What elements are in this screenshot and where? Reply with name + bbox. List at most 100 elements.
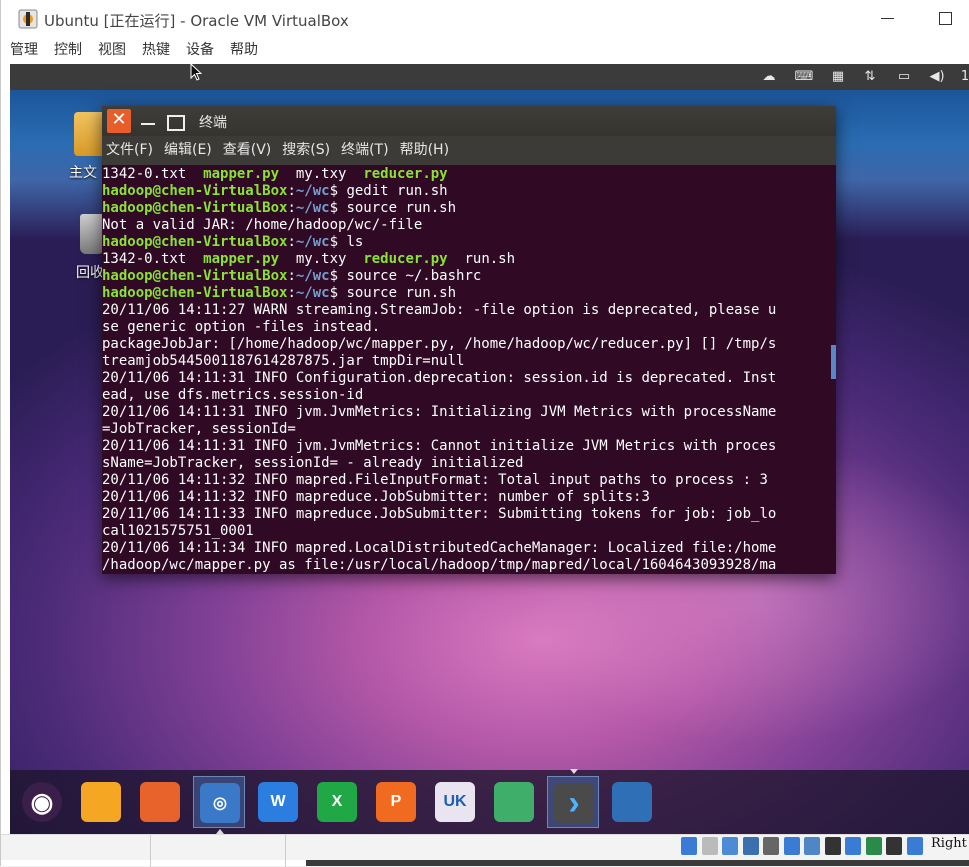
battery-icon[interactable]: ▭ [892, 68, 916, 86]
ls-entry: mapper.py [203, 166, 280, 182]
wps-writer-icon: W [258, 782, 298, 822]
files-icon [81, 782, 121, 822]
display-icon[interactable] [804, 837, 820, 855]
dock-item-terminal-launcher[interactable]: › [547, 769, 599, 828]
terminal-line: cal1021575751_0001 [102, 523, 776, 540]
terminal-menu-edit[interactable]: 编辑(E) [164, 136, 212, 165]
log-text: Not a valid JAR: /home/hadoop/wc/-file [102, 217, 423, 233]
terminal-output[interactable]: 1342-0.txt mapper.py my.txy reducer.py ha… [102, 165, 836, 574]
terminal-line: ead, use dfs.metrics.session-id [102, 387, 776, 404]
firefox-icon [140, 782, 180, 822]
mouse-integration-icon[interactable] [886, 837, 902, 855]
terminal-line: hadoop@chen-VirtualBox:~/wc$ source ~/.b… [102, 268, 776, 285]
desktop-home-label[interactable]: 主文 [69, 162, 97, 182]
weather-icon[interactable]: ☁ [758, 68, 780, 86]
terminal-line: hadoop@chen-VirtualBox:~/wc$ gedit run.s… [102, 183, 776, 200]
maximize-button[interactable] [933, 6, 957, 30]
prompt-separator: : [287, 234, 296, 250]
launcher-dock: ◉ ◎ W X P UK › [10, 769, 969, 834]
terminal-line: 1342-0.txt mapper.py my.txy reducer.py [102, 166, 776, 183]
menu-manage[interactable]: 管理 [10, 38, 38, 64]
log-text: 20/11/06 14:11:32 INFO mapreduce.JobSubm… [102, 489, 650, 505]
terminal-line: 20/11/06 14:11:27 WARN streaming.StreamJ… [102, 302, 776, 319]
terminal-scrollbar[interactable] [831, 345, 836, 379]
terminal-line: hadoop@chen-VirtualBox:~/wc$ source run.… [102, 285, 776, 302]
dock-item-files[interactable] [75, 776, 127, 828]
virtualbox-window: Ubuntu [正在运行] - Oracle VM VirtualBox 管理 … [0, 0, 969, 867]
dock-item-wps-spreadsheet[interactable]: X [311, 776, 363, 828]
menu-hotkeys[interactable]: 热键 [142, 38, 170, 64]
terminal-menubar: 文件(F) 编辑(E) 查看(V) 搜索(S) 终端(T) 帮助(H) [102, 136, 836, 165]
workspace-switcher-icon [612, 782, 652, 822]
prompt-separator: : [287, 200, 296, 216]
ls-gap [186, 166, 203, 182]
network-adapter-icon[interactable] [742, 837, 759, 855]
audio-icon[interactable] [722, 837, 738, 855]
host-key-label: Right [931, 836, 967, 851]
dock-item-firefox[interactable] [134, 776, 186, 828]
ls-gap [279, 166, 296, 182]
terminal-line: 20/11/06 14:11:31 INFO Configuration.dep… [102, 370, 776, 387]
dock-item-workspace-switcher[interactable] [606, 776, 658, 828]
wps-presentation-icon: P [376, 782, 416, 822]
log-text: 20/11/06 14:11:31 INFO jvm.JvmMetrics: I… [102, 404, 777, 420]
keyboard-layout-icon[interactable]: ▦ [828, 68, 848, 86]
dock-item-wps-writer[interactable]: W [252, 776, 304, 828]
terminal-titlebar[interactable]: ✕ 终端 [102, 106, 836, 136]
terminal-line: 20/11/06 14:11:34 INFO mapred.LocalDistr… [102, 540, 776, 557]
trash-icon[interactable] [80, 214, 104, 254]
dock-item-ubuntu-software[interactable]: UK [429, 776, 481, 828]
wps-spreadsheet-icon: X [317, 782, 357, 822]
desktop-trash-label[interactable]: 回收 [76, 262, 104, 282]
terminal-minimize-button[interactable] [136, 109, 160, 133]
window-titlebar: Ubuntu [正在运行] - Oracle VM VirtualBox [1, 0, 969, 38]
dock-item-updater[interactable] [488, 776, 540, 828]
minimize-button[interactable] [876, 6, 900, 30]
dock-item-ubuntu-logo[interactable]: ◉ [16, 776, 68, 828]
menu-devices[interactable]: 设备 [186, 38, 214, 64]
menu-help[interactable]: 帮助 [230, 38, 258, 64]
guest-screen[interactable]: ☁ ⌨ ▦ ⇅ ▭ ◀) 1 主文 回收 ✕ 终端 文件(F) 编辑(E) 查看… [10, 64, 969, 834]
prompt-user: hadoop@chen-VirtualBox [102, 268, 288, 284]
log-text: /hadoop/wc/mapper.py as file:/usr/local/… [102, 557, 777, 573]
terminal-menu-search[interactable]: 搜索(S) [282, 136, 330, 165]
optical-disk-icon[interactable] [701, 837, 718, 855]
ls-gap [279, 251, 296, 267]
terminal-menu-help[interactable]: 帮助(H) [400, 136, 449, 165]
ls-gap [186, 251, 203, 267]
keyboard-capture-icon[interactable] [906, 837, 923, 855]
menu-view[interactable]: 视图 [98, 38, 126, 64]
terminal-launcher-icon: › [554, 783, 594, 823]
volume-icon[interactable]: ◀) [926, 68, 948, 86]
terminal-menu-terminal[interactable]: 终端(T) [341, 136, 388, 165]
prompt-user: hadoop@chen-VirtualBox [102, 234, 288, 250]
hard-disk-icon[interactable] [681, 837, 697, 855]
terminal-maximize-button[interactable] [162, 109, 186, 133]
video-capture-icon[interactable] [824, 837, 841, 855]
shared-folders-icon[interactable] [783, 837, 800, 855]
log-text: treamjob5445001187614287875.jar tmpDir=n… [102, 353, 465, 369]
ls-gap [346, 251, 363, 267]
chromium-icon: ◎ [200, 783, 240, 823]
terminal-menu-view[interactable]: 查看(V) [223, 136, 272, 165]
terminal-line: 20/11/06 14:11:31 INFO jvm.JvmMetrics: C… [102, 438, 776, 455]
cpu-icon[interactable] [865, 837, 882, 855]
status-empty-left [1, 835, 151, 867]
terminal-close-button[interactable]: ✕ [107, 109, 131, 133]
terminal-menu-file[interactable]: 文件(F) [106, 136, 153, 165]
ls-entry: reducer.py [363, 251, 448, 267]
clock-fragment[interactable]: 1 [960, 68, 969, 86]
keyboard-icon[interactable]: ⌨ [794, 68, 814, 86]
ls-entry: my.txy [295, 251, 347, 267]
log-text: se generic option -files instead. [102, 319, 381, 335]
guest-additions-icon[interactable] [845, 837, 861, 855]
log-text: 20/11/06 14:11:32 INFO mapred.FileInputF… [102, 472, 768, 488]
mouse-cursor-icon [190, 63, 202, 81]
log-text: sName=JobTracker, sessionId= - already i… [102, 455, 524, 471]
usb-icon[interactable] [763, 837, 779, 855]
network-icon[interactable]: ⇅ [860, 68, 880, 86]
log-text: 20/11/06 14:11:31 INFO Configuration.dep… [102, 370, 777, 386]
dock-item-wps-presentation[interactable]: P [370, 776, 422, 828]
menu-control[interactable]: 控制 [54, 38, 82, 64]
dock-item-chromium[interactable]: ◎ [193, 776, 245, 834]
